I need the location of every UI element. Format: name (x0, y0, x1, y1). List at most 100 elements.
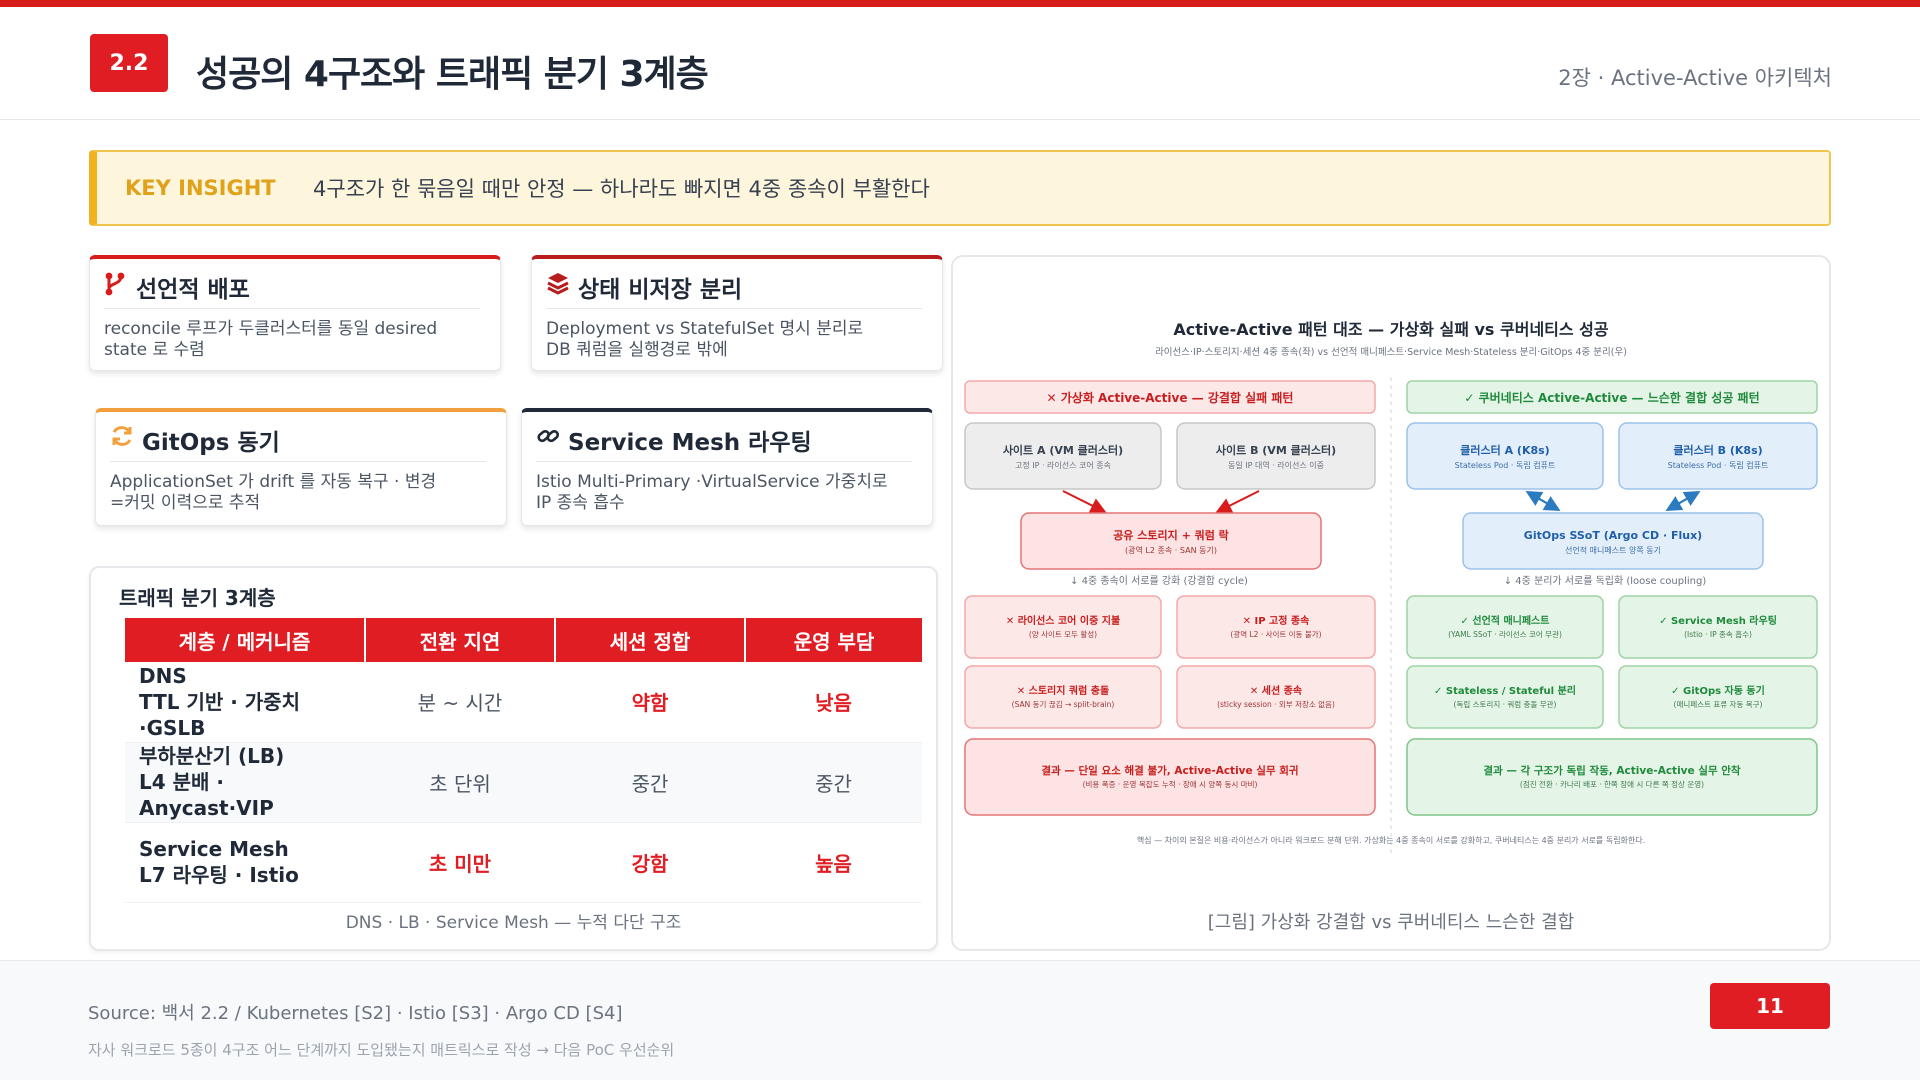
node-subtitle: (점진 전환 · 카나리 배포 · 한쪽 장애 시 다른 쪽 정상 운영) (1520, 779, 1704, 789)
footer-note: 자사 워크로드 5종이 4구조 어느 단계까지 도입됐는지 매트릭스로 작성 →… (88, 1041, 675, 1059)
traffic-layers-panel: 트래픽 분기 3계층 계층 / 메커니즘 전환 지연 세션 정합 운영 부담 D… (89, 566, 938, 951)
node-subtitle: (독립 스토리지 · 쿼럼 충돌 무관) (1454, 699, 1557, 709)
arrow (1062, 490, 1107, 513)
card-line: state 로 수렴 (104, 340, 205, 360)
node-title: 결과 — 단일 요소 해결 불가, Active-Active 실무 회귀 (1041, 764, 1298, 777)
figure-title: Active-Active 패턴 대조 — 가상화 실패 vs 쿠버네티스 성공 (1173, 320, 1609, 339)
card-title: GitOps 동기 (142, 430, 280, 456)
right-header: ✓ 쿠버네티스 Active-Active — 느슨한 결합 성공 패턴 (1464, 390, 1759, 405)
slide-footer: Source: 백서 2.2 / Kubernetes [S2] · Istio… (0, 960, 1920, 1080)
table-row: Service Mesh L7 라우팅 · Istio 초 미만 강함 높음 (125, 822, 922, 903)
node-title: 결과 — 각 구조가 독립 작동, Active-Active 실무 안착 (1483, 764, 1741, 777)
layers-icon (546, 271, 572, 299)
traffic-caption: DNS · LB · Service Mesh — 누적 다단 구조 (345, 913, 682, 933)
burden-cell: 중간 (745, 742, 922, 823)
right-note: ↓ 4중 분리가 서로를 독립화 (loose coupling) (1504, 574, 1707, 587)
card-stateless-separation: 상태 비저장 분리 Deployment vs StatefulSet 명시 분… (531, 255, 943, 371)
node-title: ✕ 라이선스 코어 이중 지불 (1006, 614, 1120, 627)
burden-cell: 낮음 (745, 662, 922, 743)
session-cell: 약함 (555, 662, 745, 743)
mechanism-name: 부하분산기 (LB) (139, 744, 285, 768)
session-cell: 강함 (555, 822, 745, 903)
latency-cell: 초 단위 (365, 742, 555, 823)
card-title: 상태 비저장 분리 (578, 277, 743, 303)
mechanism-cell: 부하분산기 (LB) L4 분배 · Anycast·VIP (125, 742, 365, 823)
arrow (1525, 491, 1558, 510)
node-subtitle: (Istio · IP 종속 흡수) (1684, 629, 1752, 639)
traffic-table: 계층 / 메커니즘 전환 지연 세션 정합 운영 부담 DNS TTL 기반 · … (125, 618, 922, 903)
col-header: 운영 부담 (745, 618, 922, 662)
comparison-diagram: Active-Active 패턴 대조 — 가상화 실패 vs 쿠버네티스 성공… (964, 320, 1818, 857)
node-subtitle: Stateless Pod · 독립 컴퓨트 (1455, 461, 1556, 470)
right-result (1406, 738, 1818, 816)
mechanism-detail: L7 라우팅 · Istio (139, 863, 299, 887)
card-line: reconcile 루프가 두클러스터를 동일 desired (104, 319, 438, 339)
table-row: DNS TTL 기반 · 가중치·GSLB 분 ~ 시간 약함 낮음 (125, 662, 922, 743)
mechanism-cell: DNS TTL 기반 · 가중치·GSLB (125, 662, 365, 743)
chapter-label: 2장 · Active-Active 아키텍처 (1558, 66, 1832, 90)
latency-cell: 분 ~ 시간 (365, 662, 555, 743)
col-header: 계층 / 메커니즘 (125, 618, 366, 662)
key-insight-box: KEY INSIGHT 4구조가 한 묶음일 때만 안정 — 하나라도 빠지면 … (89, 150, 1831, 226)
node-title: ✓ 선언적 매니페스트 (1461, 614, 1550, 627)
arrow (1668, 491, 1701, 510)
node-title: ✕ 스토리지 쿼럼 충돌 (1017, 684, 1109, 697)
branch-icon (104, 271, 130, 299)
page-title: 성공의 4구조와 트래픽 분기 3계층 (196, 54, 709, 95)
node-subtitle: Stateless Pod · 독립 컴퓨트 (1668, 461, 1769, 470)
node-subtitle: (양 사이트 모두 활성) (1029, 629, 1097, 639)
card-line: ApplicationSet 가 drift 를 자동 복구 · 변경 (110, 472, 437, 492)
table-row: 부하분산기 (LB) L4 분배 · Anycast·VIP 초 단위 중간 중간 (125, 742, 922, 823)
node-title: ✓ Stateless / Stateful 분리 (1434, 684, 1576, 697)
node-subtitle: 선언적 매니페스트 양쪽 동기 (1565, 545, 1661, 555)
col-header: 전환 지연 (365, 618, 556, 662)
source-text: Source: 백서 2.2 / Kubernetes [S2] · Istio… (88, 1003, 623, 1024)
session-cell: 중간 (555, 742, 745, 823)
node-subtitle: (YAML SSoT · 라이선스 코어 무관) (1448, 629, 1562, 639)
node-subtitle: 동일 IP 대역 · 라이선스 이중 (1228, 460, 1324, 470)
node-subtitle: (SAN 동기 끊김 → split-brain) (1012, 699, 1115, 709)
node-subtitle: (비용 폭증 · 운영 복잡도 누적 · 장애 시 양쪽 동시 마비) (1083, 779, 1258, 789)
card-line: Deployment vs StatefulSet 명시 분리로 (546, 319, 864, 339)
mechanism-name: DNS (139, 663, 187, 688)
node-subtitle: (sticky session · 외부 저장소 없음) (1217, 699, 1335, 709)
card-description: Istio Multi-Primary ·VirtualService 가중치로… (536, 472, 912, 514)
col-header: 세션 정합 (555, 618, 746, 662)
page-number: 11 (1710, 983, 1830, 1029)
figure-caption: [그림] 가상화 강결합 vs 쿠버네티스 느슨한 결합 (1207, 912, 1575, 933)
link-icon (536, 424, 562, 452)
insight-label: KEY INSIGHT (125, 176, 276, 200)
node-subtitle: (광역 L2 · 사이트 이동 불가) (1230, 629, 1321, 639)
card-line: IP 종속 흡수 (536, 493, 625, 513)
figure-subtitle: 라이선스·IP·스토리지·세션 4중 종속(좌) vs 선언적 매니페스트·Se… (1155, 346, 1627, 358)
node-title: ✕ 세션 종속 (1250, 684, 1302, 697)
node-title: 클러스터 B (K8s) (1673, 443, 1762, 457)
node-title: 사이트 A (VM 클러스터) (1003, 443, 1123, 457)
node-title: ✓ Service Mesh 라우팅 (1659, 614, 1777, 627)
traffic-title: 트래픽 분기 3계층 (119, 586, 276, 610)
mechanism-detail: TTL 기반 · 가중치·GSLB (139, 689, 300, 740)
left-header: ✕ 가상화 Active-Active — 강결합 실패 패턴 (1047, 390, 1294, 405)
card-title: 선언적 배포 (136, 277, 250, 303)
node-title: ✓ GitOps 자동 동기 (1671, 684, 1765, 697)
card-description: ApplicationSet 가 drift 를 자동 복구 · 변경 =커밋 … (110, 472, 486, 514)
node-title: GitOps SSoT (Argo CD · Flux) (1524, 529, 1702, 542)
card-gitops-sync: GitOps 동기 ApplicationSet 가 drift 를 자동 복구… (95, 408, 507, 526)
card-description: Deployment vs StatefulSet 명시 분리로 DB 쿼럼을 … (546, 319, 922, 361)
right-item (1618, 665, 1818, 729)
node-title: 공유 스토리지 + 쿼럼 락 (1113, 528, 1229, 542)
slide-header: 2.2 성공의 4구조와 트래픽 분기 3계층 2장 · Active-Acti… (0, 7, 1920, 120)
burden-cell: 높음 (745, 822, 922, 903)
left-item (964, 665, 1162, 729)
node-subtitle: 고정 IP · 라이선스 코어 종속 (1015, 460, 1111, 470)
top-accent-bar (0, 0, 1920, 7)
right-item (1406, 665, 1604, 729)
right-item (1618, 595, 1818, 659)
left-note: ↓ 4중 종속이 서로를 강화 (강결합 cycle) (1070, 575, 1248, 587)
section-badge: 2.2 (90, 34, 168, 92)
mechanism-name: Service Mesh (139, 837, 289, 861)
insight-text: 4구조가 한 묶음일 때만 안정 — 하나라도 빠지면 4중 종속이 부활한다 (313, 177, 930, 201)
card-declarative-deploy: 선언적 배포 reconcile 루프가 두클러스터를 동일 desired s… (89, 255, 501, 371)
left-result (964, 738, 1376, 816)
left-item (1176, 595, 1376, 659)
